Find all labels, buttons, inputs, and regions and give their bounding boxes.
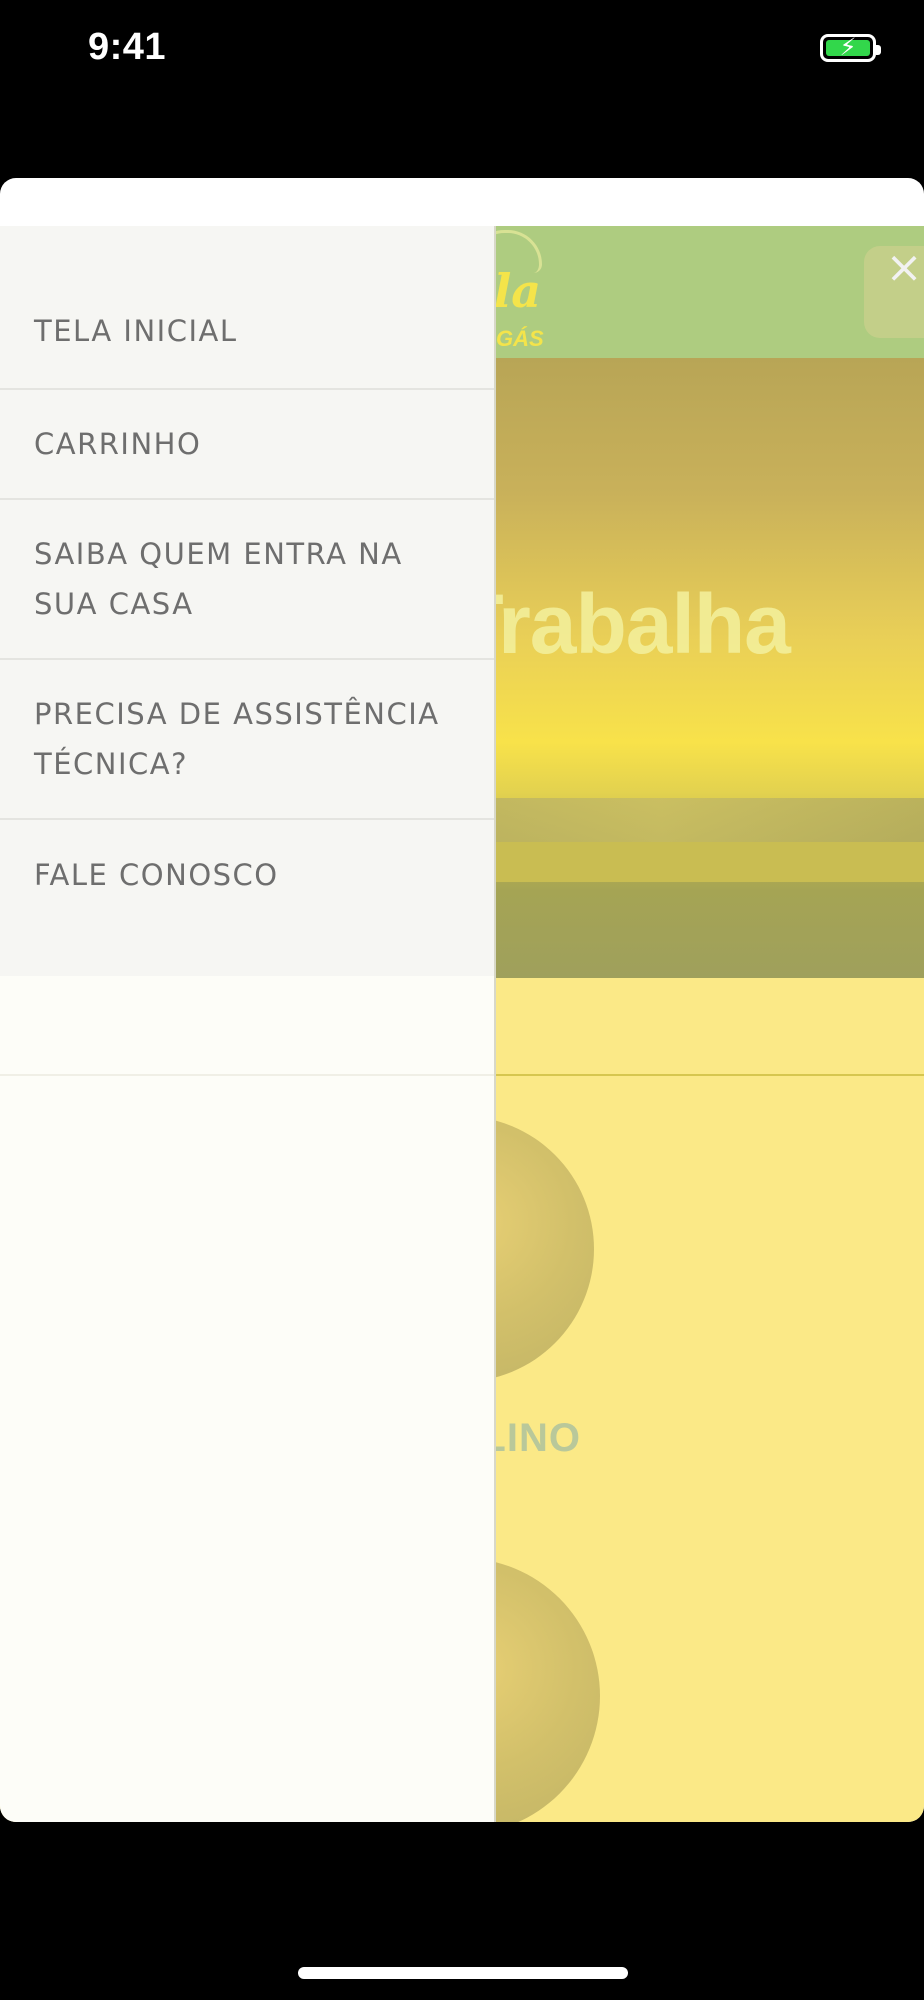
close-icon[interactable]: ×: [884, 246, 924, 290]
menu-item-label: PRECISA DE ASSISTÊNCIA TÉCNICA?: [34, 697, 440, 781]
menu-item-label: SAIBA QUEM ENTRA NA SUA CASA: [34, 537, 403, 621]
menu-item-fale-conosco[interactable]: FALE CONOSCO: [0, 820, 494, 930]
menu-item-label: TELA INICIAL: [34, 314, 238, 348]
menu-item-tela-inicial[interactable]: TELA INICIAL: [0, 274, 494, 390]
menu-item-label: FALE CONOSCO: [34, 858, 279, 892]
menu-item-assistencia-tecnica[interactable]: PRECISA DE ASSISTÊNCIA TÉCNICA?: [0, 660, 494, 820]
side-drawer: TELA INICIAL CARRINHO SAIBA QUEM ENTRA N…: [0, 226, 496, 1822]
menu-item-carrinho[interactable]: CARRINHO: [0, 390, 494, 500]
logo-subtitle: GÁS: [496, 326, 544, 351]
menu-item-label: CARRINHO: [34, 427, 202, 461]
drawer-divider: [0, 1074, 494, 1076]
modal-sheet: Villa GÁS × Quem Trabalha JUSCELINO TELA…: [0, 178, 924, 1822]
battery-charging-icon: ⚡: [820, 33, 881, 62]
home-indicator[interactable]: [298, 1967, 628, 1979]
menu-item-saiba-quem-entra[interactable]: SAIBA QUEM ENTRA NA SUA CASA: [0, 500, 494, 660]
status-time: 9:41: [88, 26, 167, 68]
